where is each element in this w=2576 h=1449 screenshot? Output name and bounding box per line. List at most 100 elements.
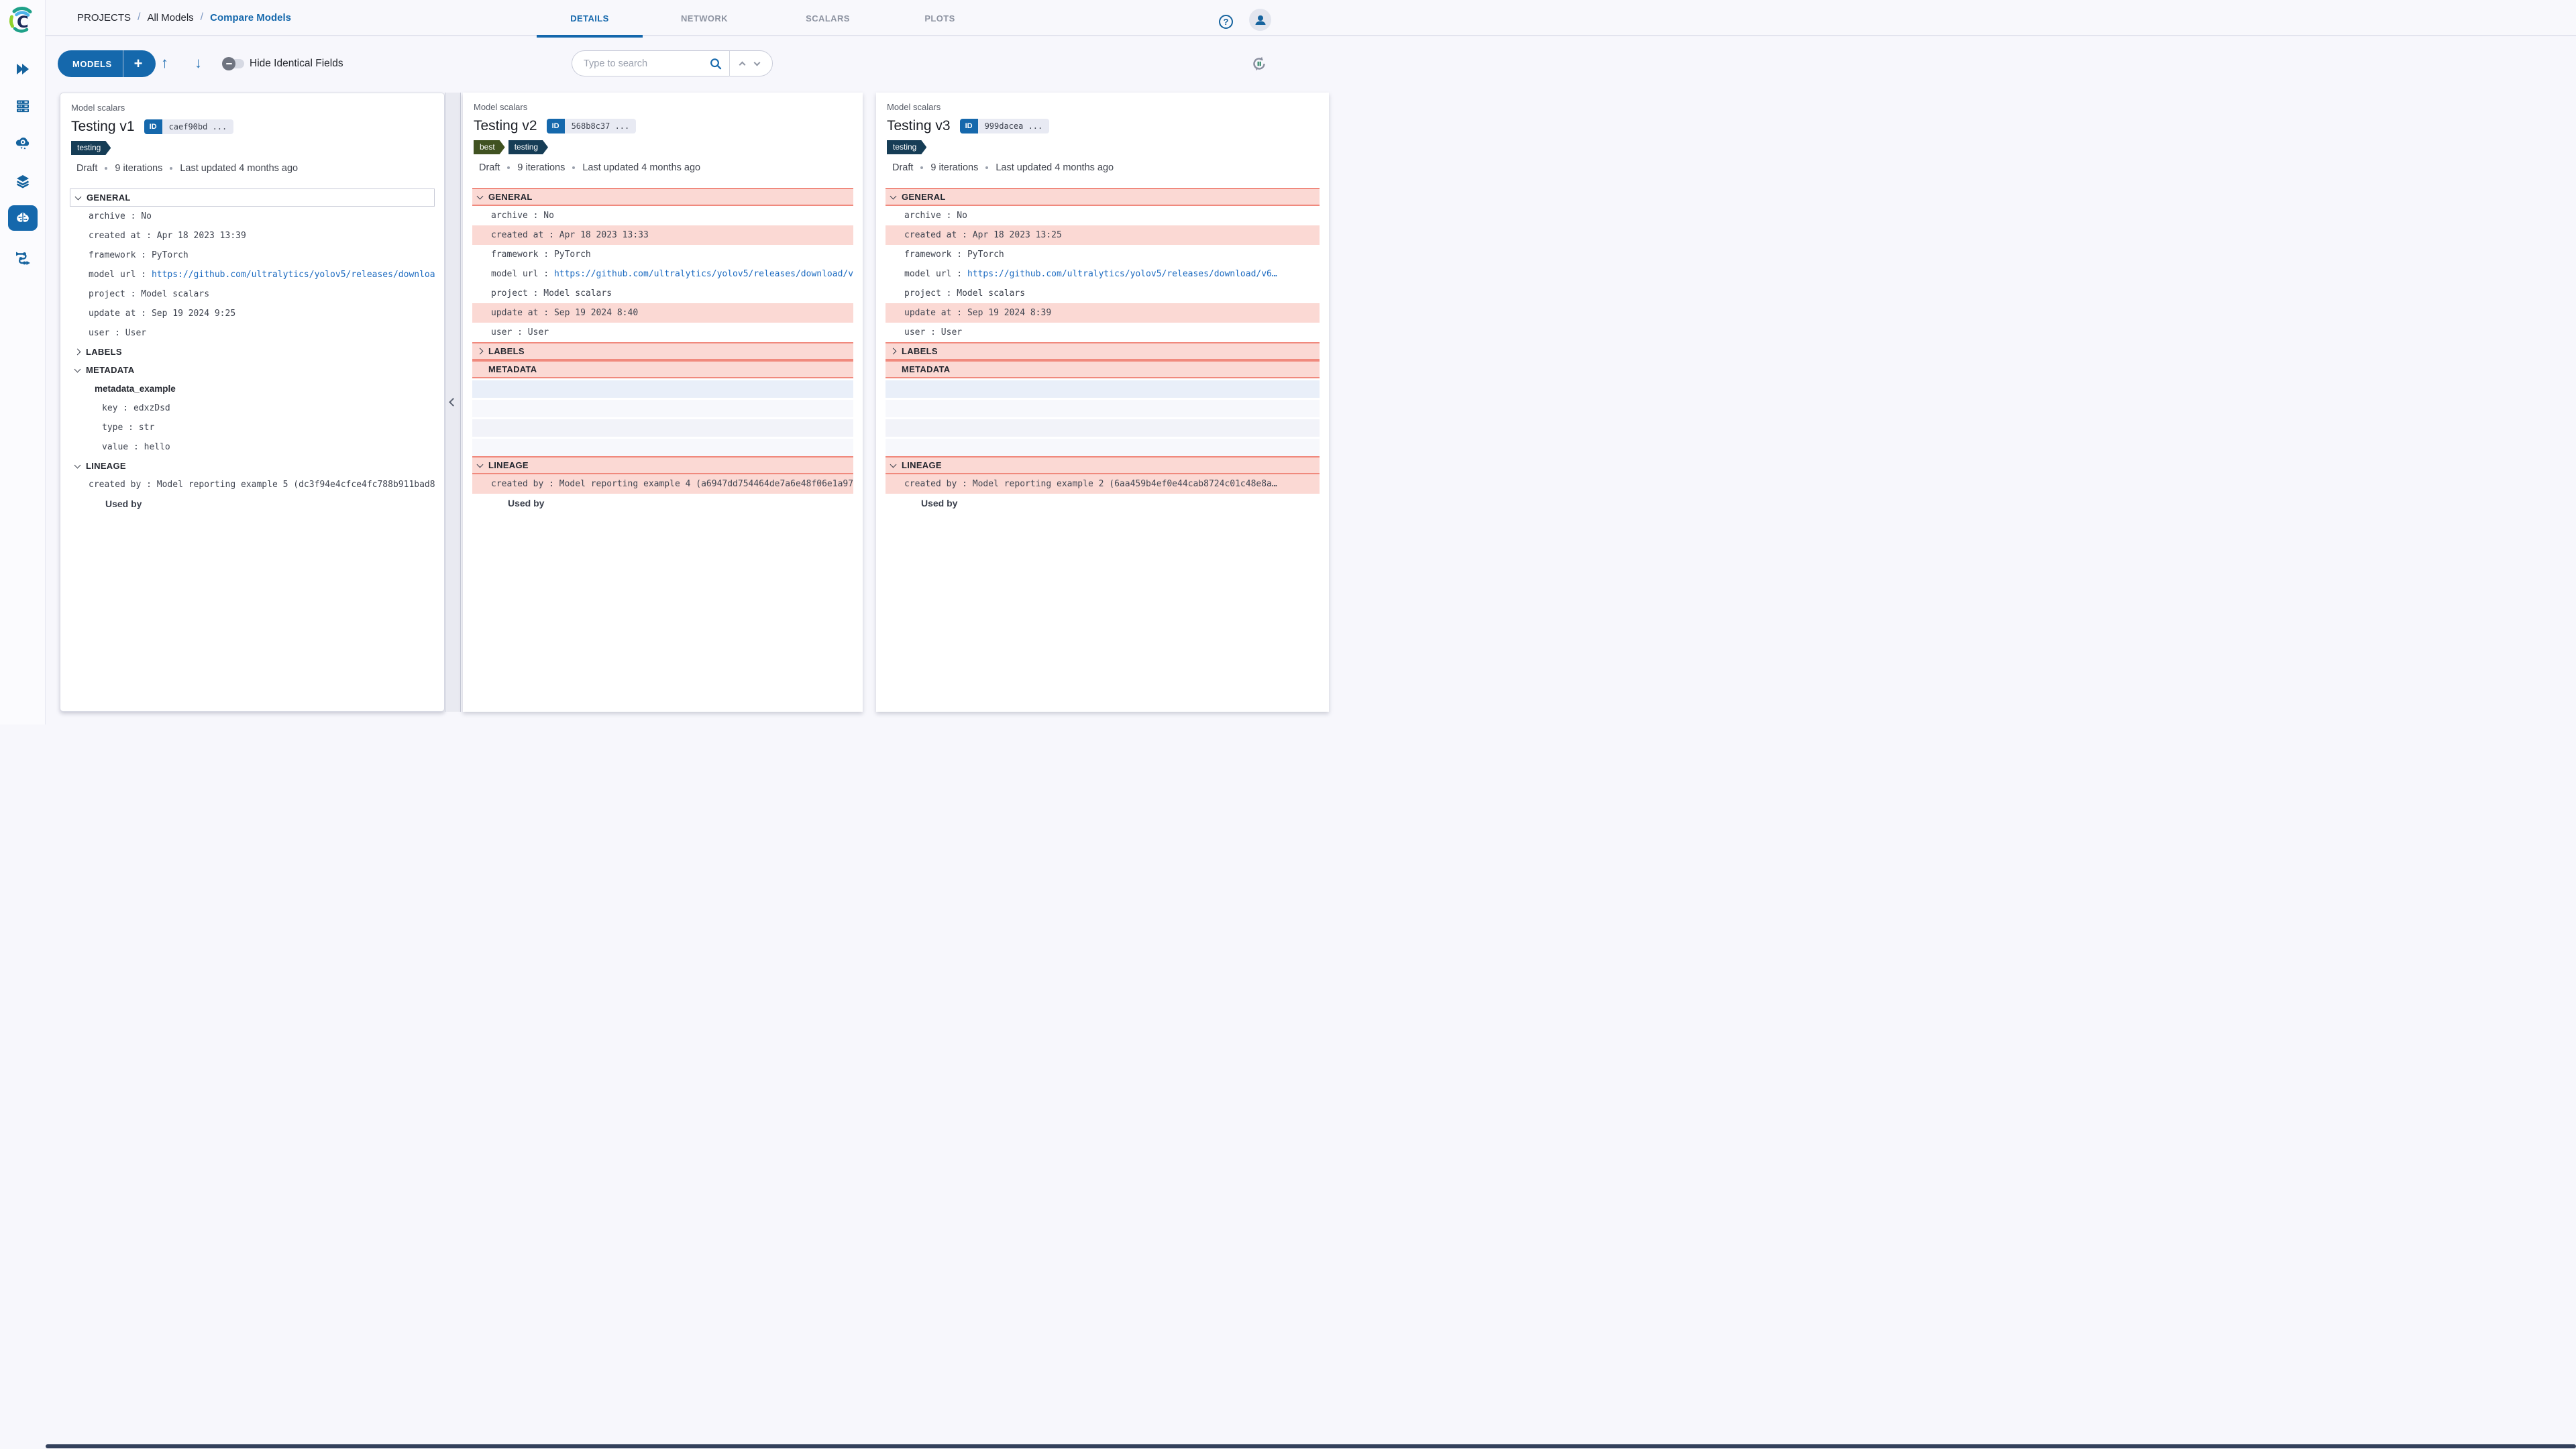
model-id-chip[interactable]: ID caef90bd ... [144, 119, 234, 134]
search-next-button[interactable] [749, 56, 764, 71]
dot-separator [170, 167, 173, 170]
collapse-panel-handle[interactable] [445, 93, 461, 712]
workers-icon[interactable] [15, 98, 31, 114]
empty-diff-row [472, 417, 853, 437]
field-separator: : [141, 231, 157, 241]
breadcrumb-compare-models[interactable]: Compare Models [210, 12, 291, 23]
field-separator: : [538, 269, 554, 279]
tag-testing[interactable]: testing [887, 140, 926, 154]
field-row-framework: framework : PyTorch [89, 250, 189, 260]
used-by-label[interactable]: Used by [70, 494, 435, 514]
empty-diff-row [472, 398, 853, 417]
empty-diff-row [472, 437, 853, 456]
detail-rows: GENERAL archive : No created at : Apr 18… [472, 188, 853, 513]
datasets-icon[interactable] [15, 173, 31, 189]
tag-testing[interactable]: testing [508, 140, 548, 154]
models-icon[interactable] [15, 210, 31, 226]
search-icon[interactable] [709, 57, 722, 70]
scrollbar-thumb[interactable] [46, 1444, 2576, 1448]
horizontal-scrollbar[interactable] [46, 1444, 2576, 1449]
model-id-chip[interactable]: ID 999dacea ... [959, 119, 1050, 133]
model-id-chip[interactable]: ID 568b8c37 ... [546, 119, 637, 133]
status-state: Draft [892, 162, 914, 173]
tag-testing[interactable]: testing [71, 141, 111, 155]
section-label: LINEAGE [902, 460, 942, 470]
field-row-model-url: model url : https://github.com/ultralyti… [904, 269, 1277, 279]
breadcrumb-all-models[interactable]: All Models [147, 12, 193, 23]
field-separator: : [951, 250, 967, 260]
field-separator: : [117, 403, 133, 413]
sidebar: C [0, 0, 46, 724]
hide-identical-toggle[interactable] [222, 57, 244, 70]
field-separator: : [128, 442, 144, 452]
tab-scalars[interactable]: SCALARS [766, 0, 890, 36]
field-separator: : [136, 309, 152, 319]
section-label: GENERAL [87, 193, 131, 203]
section-lineage[interactable]: LINEAGE [472, 456, 853, 474]
section-general[interactable]: GENERAL [472, 188, 853, 206]
user-avatar[interactable] [1249, 9, 1271, 31]
id-badge: ID [546, 119, 565, 133]
empty-diff-row [885, 437, 1320, 456]
id-badge: ID [144, 119, 162, 134]
model-url-link[interactable]: https://github.com/ultralytics/yolov5/re… [554, 269, 853, 279]
model-url-link[interactable]: https://github.com/ultralytics/yolov5/re… [967, 269, 1277, 279]
search-input[interactable] [584, 58, 709, 69]
field-row-archive: archive : No [89, 211, 152, 221]
field-row-project: project : Model scalars [904, 288, 1026, 299]
model-id-value: caef90bd ... [162, 119, 234, 134]
help-icon[interactable]: ? [1219, 15, 1233, 29]
status-updated: Last updated 4 months ago [180, 163, 299, 174]
used-by-label[interactable]: Used by [885, 494, 1320, 513]
section-metadata[interactable]: METADATA [472, 360, 853, 378]
tag-best[interactable]: best [474, 140, 505, 154]
clearml-logo[interactable]: C [7, 5, 36, 35]
tab-details[interactable]: DETAILS [537, 0, 643, 38]
section-metadata[interactable]: METADATA [885, 360, 1320, 378]
field-separator: : [941, 288, 957, 299]
pipelines-icon[interactable] [15, 249, 31, 265]
field-separator: : [125, 211, 142, 221]
auto-refresh-icon[interactable] [1251, 56, 1267, 72]
tag-list: testing [71, 141, 433, 155]
field-separator: : [141, 480, 157, 490]
cloud-sync-icon[interactable] [15, 135, 31, 151]
models-button[interactable]: MODELS [58, 59, 123, 69]
tab-plots[interactable]: PLOTS [890, 0, 990, 36]
next-diff-button[interactable]: ↓ [195, 54, 202, 72]
model-url-link[interactable]: https://github.com/ultralytics/yolov5/re… [152, 270, 435, 280]
section-label: LINEAGE [488, 460, 529, 470]
section-general[interactable]: GENERAL [885, 188, 1320, 206]
compare-panels: Model scalars Testing v1 ID caef90bd ...… [46, 87, 2576, 1449]
field-row-archive: archive : No [491, 211, 554, 221]
tab-network[interactable]: NETWORK [643, 0, 766, 36]
section-label: LABELS [86, 347, 122, 357]
field-separator: : [543, 230, 559, 240]
status-state: Draft [479, 162, 500, 173]
section-lineage[interactable]: LINEAGE [885, 456, 1320, 474]
section-lineage[interactable]: LINEAGE [70, 457, 435, 475]
projects-icon[interactable] [15, 61, 31, 77]
used-by-label[interactable]: Used by [472, 494, 853, 513]
field-row-user: user : User [904, 327, 963, 337]
field-row-update-at: update at : Sep 19 2024 9:25 [89, 309, 236, 319]
field-row-type: type : str [102, 423, 155, 433]
section-labels[interactable]: LABELS [70, 343, 435, 361]
section-labels[interactable]: LABELS [472, 342, 853, 360]
prev-diff-button[interactable]: ↑ [161, 54, 168, 72]
field-separator: : [951, 308, 967, 318]
empty-diff-row [885, 398, 1320, 417]
breadcrumb-projects[interactable]: PROJECTS [77, 12, 131, 23]
metadata-group[interactable]: metadata_example [70, 379, 435, 398]
field-separator: : [109, 328, 125, 338]
section-labels[interactable]: LABELS [885, 342, 1320, 360]
search-prev-button[interactable] [735, 56, 750, 71]
add-model-button[interactable]: + [123, 52, 156, 76]
dot-separator [572, 166, 576, 169]
section-metadata[interactable]: METADATA [70, 361, 435, 379]
field-row-user: user : User [89, 328, 147, 338]
field-row-created-by: created by : Model reporting example 5 (… [89, 480, 435, 490]
dot-separator [507, 166, 511, 169]
field-row-project: project : Model scalars [491, 288, 612, 299]
section-general[interactable]: GENERAL [70, 189, 435, 207]
